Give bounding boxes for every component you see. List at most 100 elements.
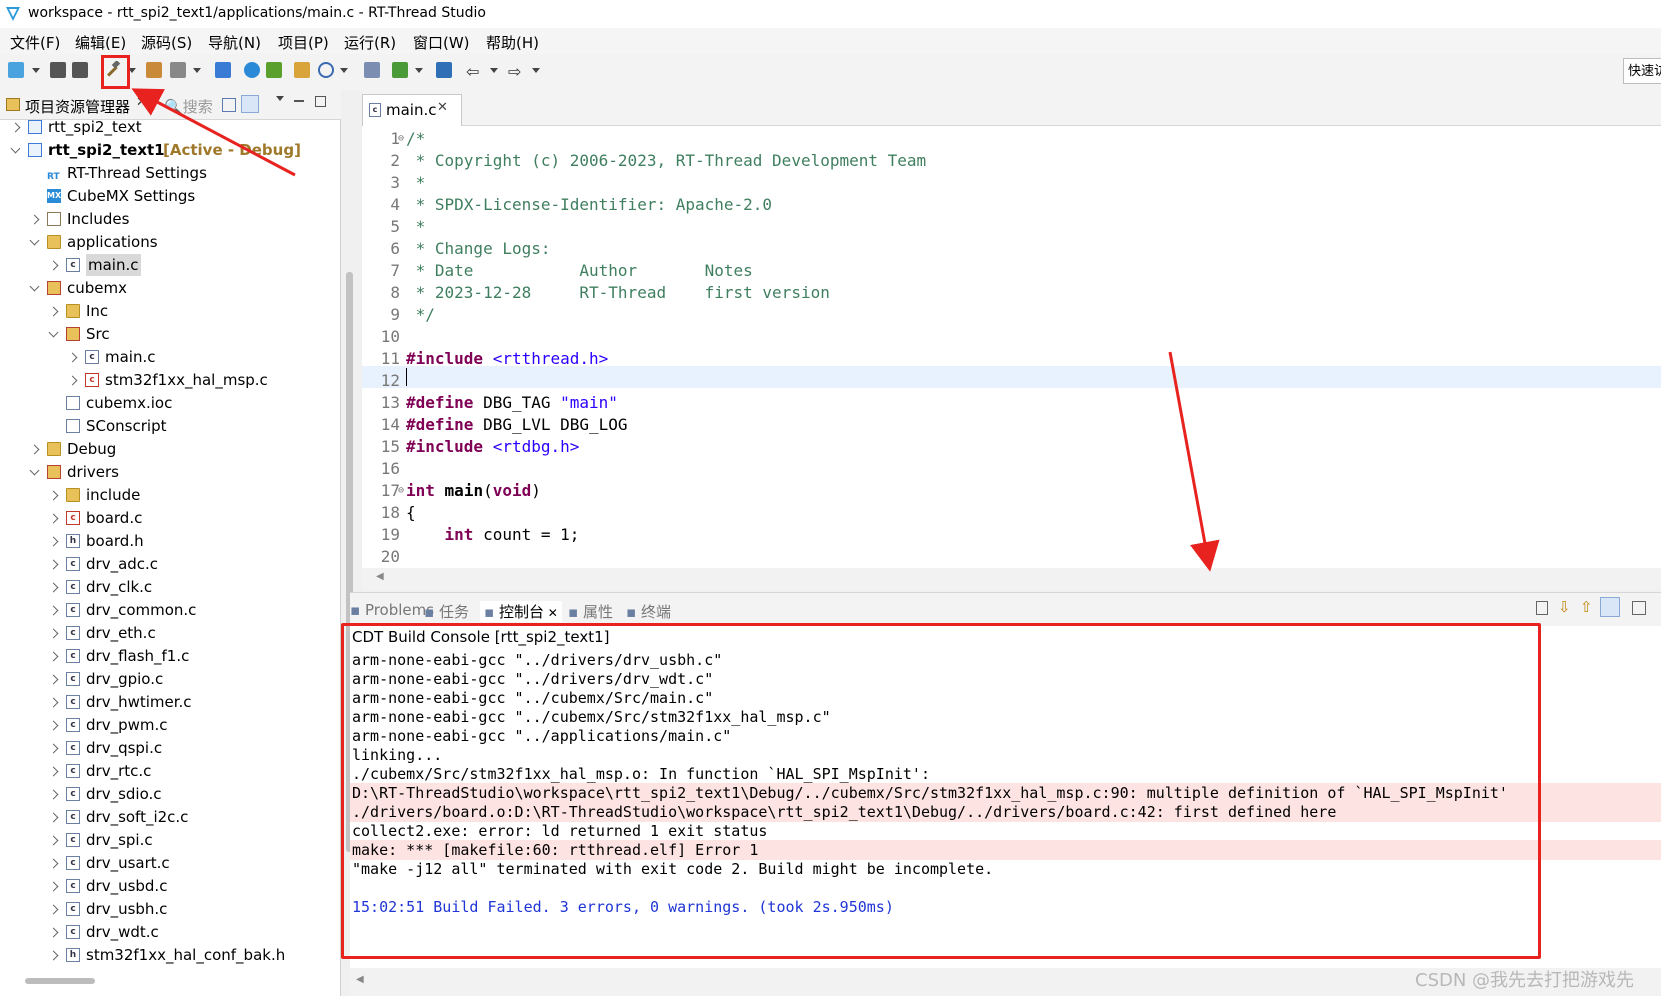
collapse-chevron-icon[interactable] [29, 444, 40, 455]
tree-item[interactable]: cubemx [0, 277, 330, 299]
close-console-icon[interactable]: ✕ [544, 606, 558, 620]
tree-item[interactable]: rtt_spi2_text1 [Active - Debug] [0, 139, 330, 161]
tree-item[interactable]: MX CubeMX Settings [0, 185, 330, 207]
tree-item[interactable]: c main.c [0, 346, 330, 368]
tree-item[interactable]: Src [0, 323, 330, 345]
search-tab[interactable]: 🔍搜索 [164, 96, 213, 117]
tree-item[interactable]: include [0, 484, 330, 506]
tree-item[interactable]: c drv_gpio.c [0, 668, 330, 690]
expand-chevron-icon[interactable] [29, 235, 40, 246]
menu-window[interactable]: 窗口(W) [413, 32, 470, 53]
collapse-chevron-icon[interactable] [48, 950, 59, 961]
link-editor-icon[interactable] [241, 95, 259, 113]
scroll-left-icon[interactable]: ◀ [376, 571, 384, 582]
tree-item[interactable]: c drv_flash_f1.c [0, 645, 330, 667]
collapse-chevron-icon[interactable] [10, 122, 21, 133]
pin-console-icon[interactable] [1600, 597, 1620, 617]
tree-item[interactable]: c drv_usbd.c [0, 875, 330, 897]
tree-item[interactable]: Inc [0, 300, 330, 322]
tree-item[interactable]: c drv_hwtimer.c [0, 691, 330, 713]
tree-item[interactable]: Includes [0, 208, 330, 230]
download-dropdown-icon[interactable] [415, 68, 423, 73]
collapse-chevron-icon[interactable] [48, 789, 59, 800]
tree-item[interactable]: c drv_pwm.c [0, 714, 330, 736]
tree-item[interactable]: c drv_spi.c [0, 829, 330, 851]
close-tab-icon[interactable]: ✕ [136, 95, 147, 110]
menu-project[interactable]: 项目(P) [278, 32, 329, 53]
collapse-chevron-icon[interactable] [48, 927, 59, 938]
collapse-chevron-icon[interactable] [48, 628, 59, 639]
collapse-chevron-icon[interactable] [48, 858, 59, 869]
new-dropdown-icon[interactable] [32, 68, 40, 73]
forward-dropdown-icon[interactable] [532, 68, 540, 73]
back-dropdown-icon[interactable] [490, 68, 498, 73]
tree-item[interactable]: h stm32f1xx_hal_conf_bak.h [0, 944, 330, 966]
download-icon[interactable] [392, 62, 408, 78]
tree-item[interactable]: applications [0, 231, 330, 253]
tree-item[interactable]: c drv_sdio.c [0, 783, 330, 805]
maximize-icon[interactable] [315, 96, 326, 107]
tree-item[interactable]: c drv_wdt.c [0, 921, 330, 943]
collapse-chevron-icon[interactable] [48, 743, 59, 754]
back-arrow-icon[interactable]: ⇦ [466, 62, 479, 81]
collapse-chevron-icon[interactable] [48, 559, 59, 570]
view-menu-icon[interactable] [276, 96, 284, 101]
tools-dropdown-icon[interactable] [193, 68, 201, 73]
collapse-chevron-icon[interactable] [48, 697, 59, 708]
collapse-chevron-icon[interactable] [48, 490, 59, 501]
tree-item[interactable]: c drv_clk.c [0, 576, 330, 598]
tree-item[interactable]: c drv_adc.c [0, 553, 330, 575]
tree-item[interactable]: c drv_rtc.c [0, 760, 330, 782]
tools-icon[interactable] [170, 62, 186, 78]
menu-help[interactable]: 帮助(H) [486, 32, 539, 53]
tree-item[interactable]: drivers [0, 461, 330, 483]
collapse-chevron-icon[interactable] [48, 651, 59, 662]
console-tab-tasks[interactable]: ▪ 任务 [424, 601, 469, 622]
project-explorer-tab[interactable]: 项目资源管理器 [25, 96, 130, 117]
tree-item[interactable]: SConscript [0, 415, 330, 437]
tree-horizontal-scrollbar[interactable] [25, 978, 95, 984]
menu-run[interactable]: 运行(R) [344, 32, 396, 53]
tree-item[interactable]: cubemx.ioc [0, 392, 330, 414]
tree-item[interactable]: c board.c [0, 507, 330, 529]
expand-chevron-icon[interactable] [29, 465, 40, 476]
tree-item[interactable]: c drv_usart.c [0, 852, 330, 874]
fold-toggle-icon[interactable]: ⊖ [398, 480, 404, 502]
monitor-icon[interactable] [215, 62, 231, 78]
expand-chevron-icon[interactable] [29, 281, 40, 292]
collapse-chevron-icon[interactable] [48, 812, 59, 823]
tree-item[interactable]: rtt_spi2_text [0, 116, 330, 138]
menu-navigate[interactable]: 导航(N) [208, 32, 261, 53]
collapse-chevron-icon[interactable] [48, 536, 59, 547]
minimize-icon[interactable] [294, 100, 304, 102]
collapse-chevron-icon[interactable] [48, 720, 59, 731]
collapse-chevron-icon[interactable] [48, 260, 59, 271]
new-icon[interactable] [8, 62, 24, 78]
layers-icon[interactable] [436, 62, 452, 78]
collapse-chevron-icon[interactable] [48, 674, 59, 685]
clean-icon[interactable] [146, 62, 162, 78]
tree-item[interactable]: c drv_eth.c [0, 622, 330, 644]
console-scroll-left-icon[interactable]: ◀ [356, 974, 364, 985]
debug-bug-icon[interactable] [266, 62, 282, 78]
console-tab-terminal[interactable]: ▪ 终端 [626, 601, 671, 622]
collapse-chevron-icon[interactable] [48, 835, 59, 846]
quick-access-input[interactable]: 快速访 [1623, 58, 1661, 84]
console-tab-properties[interactable]: ▪ 属性 [568, 601, 613, 622]
collapse-chevron-icon[interactable] [48, 582, 59, 593]
tree-item[interactable]: c drv_common.c [0, 599, 330, 621]
tree-item[interactable]: c drv_soft_i2c.c [0, 806, 330, 828]
collapse-all-icon[interactable] [222, 98, 236, 112]
console-clear-icon[interactable] [1536, 601, 1548, 615]
code-editor[interactable]: 1 ⊖/* 2 * Copyright (c) 2006-2023, RT-Thre… [362, 126, 1661, 590]
expand-chevron-icon[interactable] [10, 143, 21, 154]
menu-edit[interactable]: 编辑(E) [75, 32, 126, 53]
collapse-chevron-icon[interactable] [48, 904, 59, 915]
package-icon[interactable] [294, 62, 310, 78]
sdk-manager-icon[interactable] [364, 62, 380, 78]
tree-item[interactable]: c main.c [0, 254, 330, 276]
forward-arrow-icon[interactable]: ⇨ [508, 62, 521, 81]
collapse-chevron-icon[interactable] [48, 306, 59, 317]
save-icon[interactable] [50, 62, 66, 78]
collapse-chevron-icon[interactable] [48, 513, 59, 524]
